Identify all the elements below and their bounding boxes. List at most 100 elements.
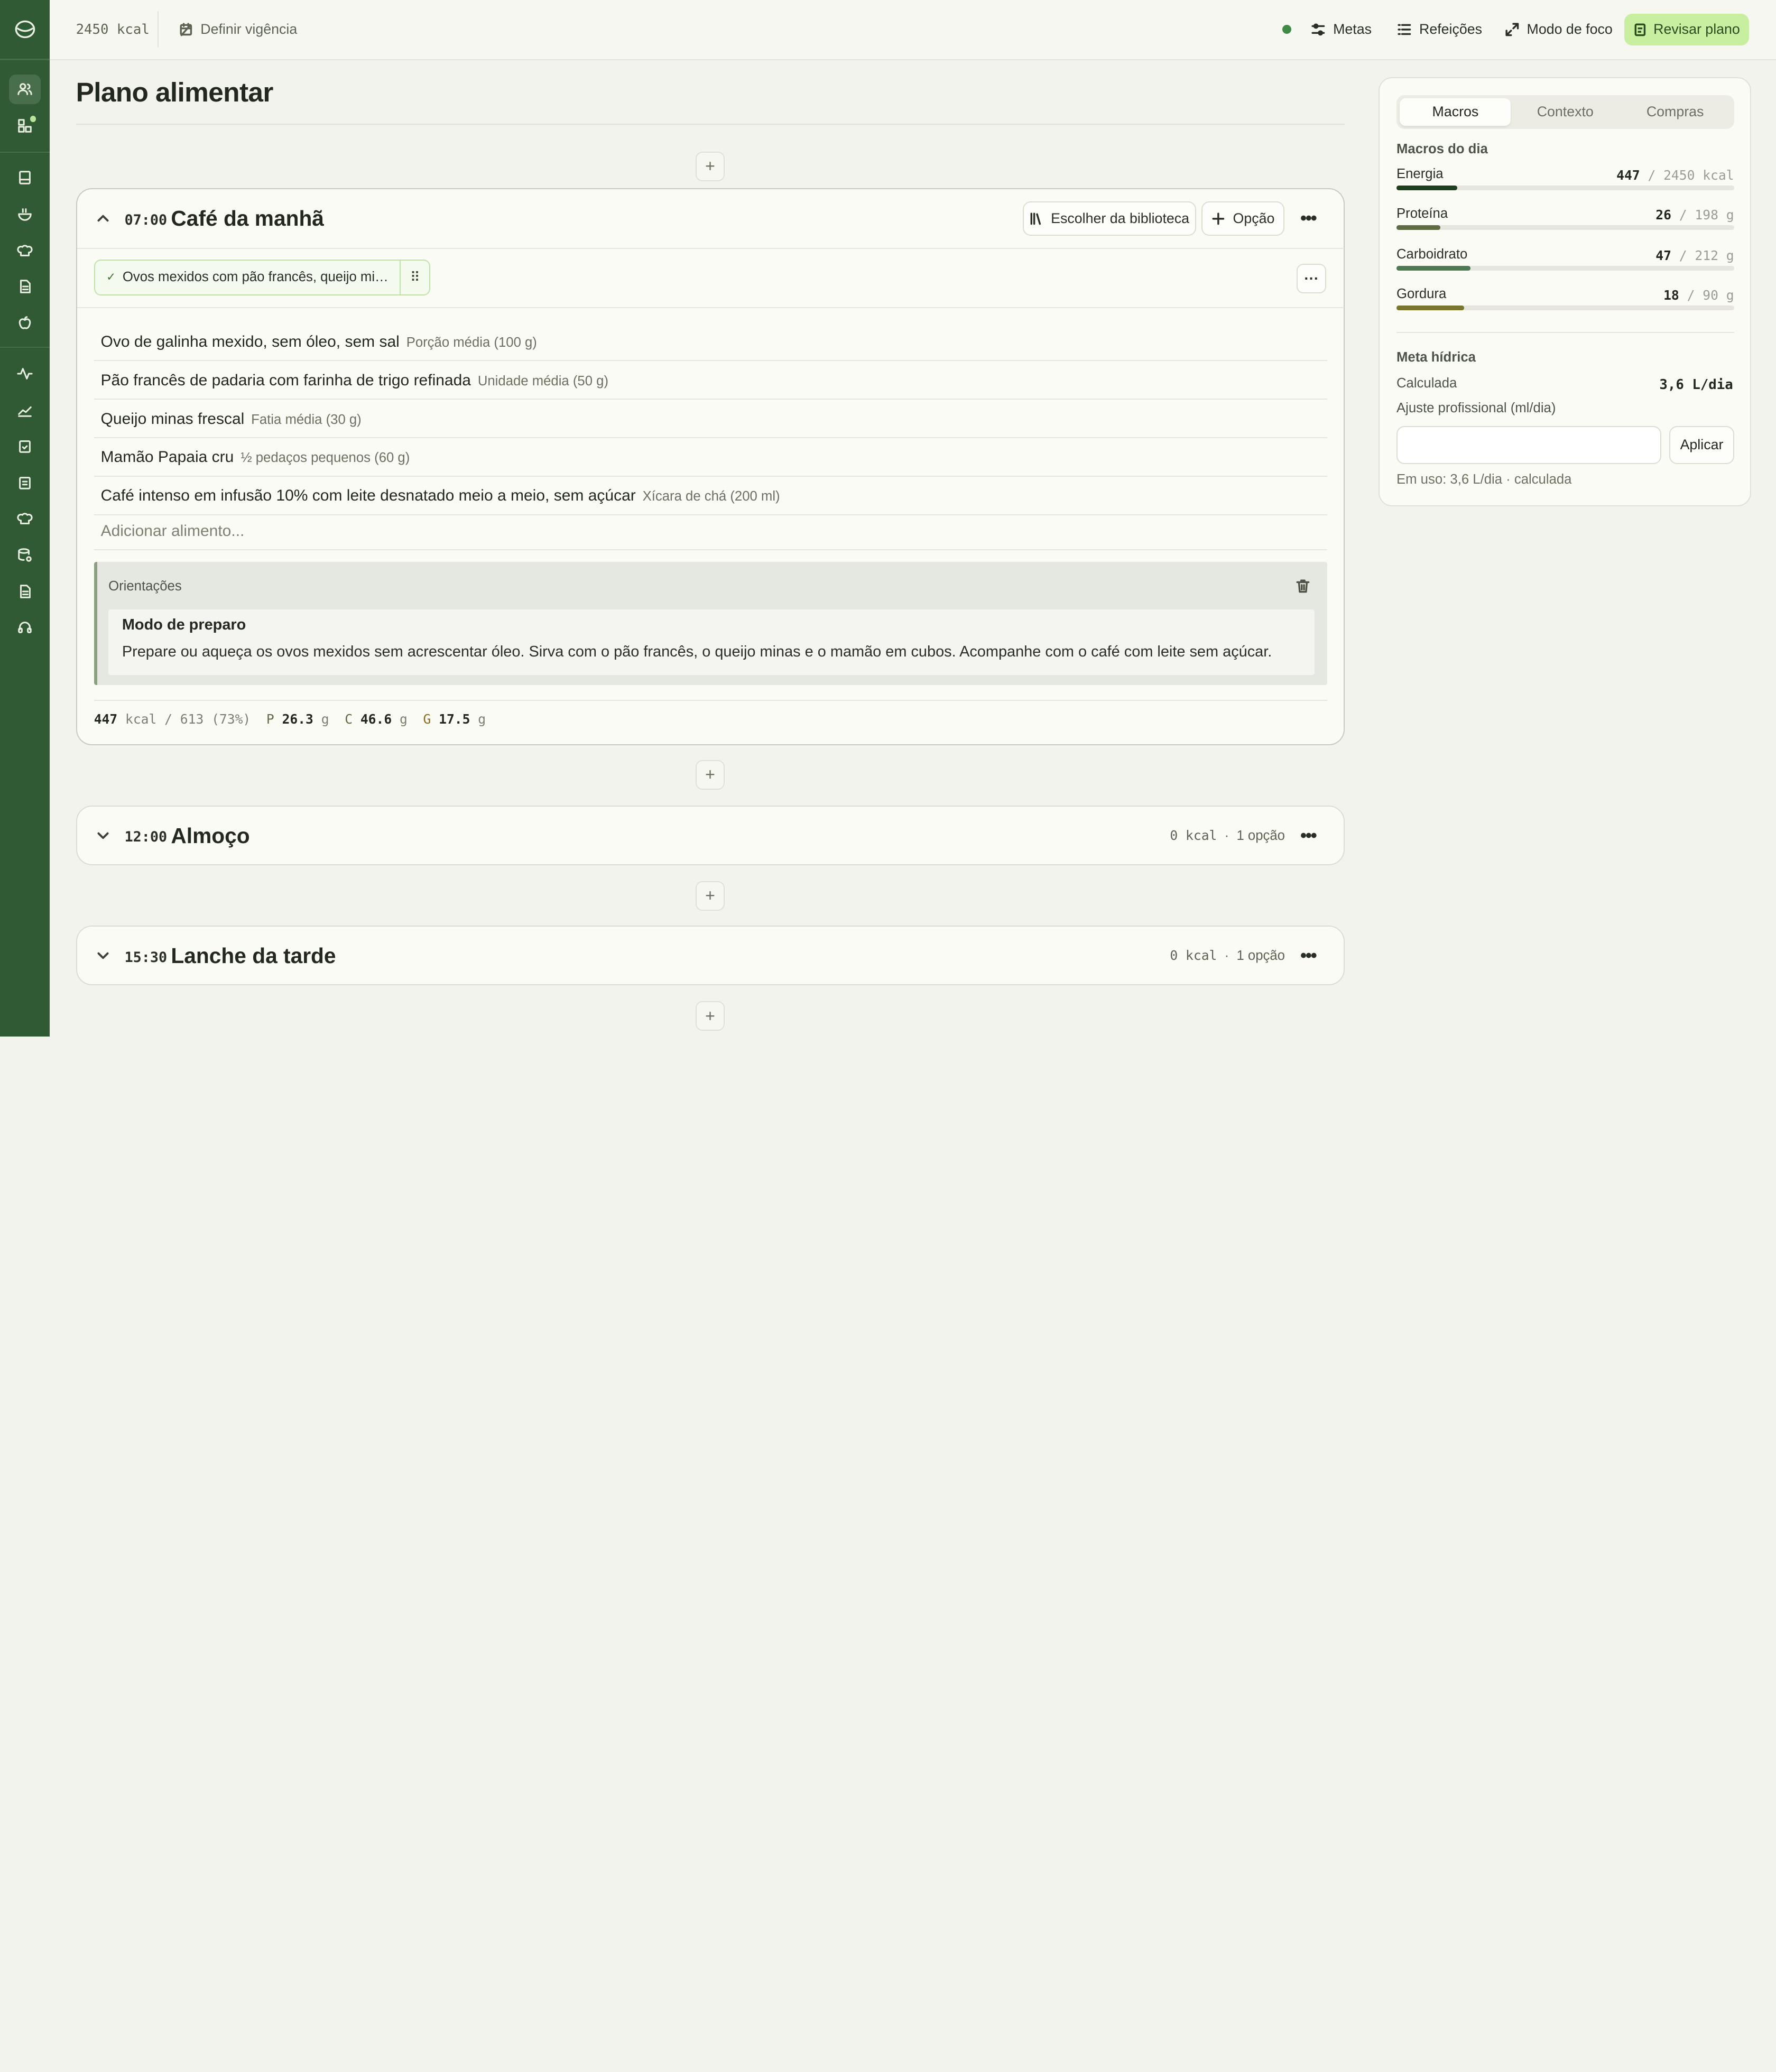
meal-kcal: 0 kcal bbox=[1170, 828, 1217, 844]
meal-summary: 0 kcal · 1 opção bbox=[1170, 828, 1285, 844]
sidebar-item-progress[interactable] bbox=[9, 395, 41, 425]
food-row[interactable]: Café intenso em infusão 10% com leite de… bbox=[94, 477, 1328, 515]
plus-icon: + bbox=[705, 156, 715, 176]
clipboard-check-icon bbox=[19, 440, 31, 454]
document-icon bbox=[20, 280, 31, 293]
chevron-up-icon[interactable] bbox=[95, 210, 111, 226]
tab-context[interactable]: Contexto bbox=[1510, 98, 1621, 125]
food-row[interactable]: Queijo minas frescal Fatia média (30 g) bbox=[94, 400, 1328, 439]
food-portion: Porção média (100 g) bbox=[406, 335, 537, 350]
sidebar-item-library[interactable] bbox=[9, 504, 41, 534]
sidebar-item-records[interactable] bbox=[9, 163, 41, 193]
sidebar-item-reports[interactable] bbox=[9, 577, 41, 606]
meal-option-count: 1 opção bbox=[1236, 828, 1285, 844]
food-row[interactable]: Pão francês de padaria com farinha de tr… bbox=[94, 361, 1328, 400]
chevron-down-icon[interactable] bbox=[95, 948, 111, 964]
food-row[interactable]: Ovo de galinha mexido, sem óleo, sem sal… bbox=[94, 323, 1328, 362]
macros-title: Macros do dia bbox=[1396, 141, 1488, 156]
protein-unit: g bbox=[321, 711, 329, 727]
users-icon bbox=[17, 83, 32, 96]
meal-summary: 0 kcal · 1 opção bbox=[1170, 948, 1285, 964]
option-more-icon[interactable]: ··· bbox=[1297, 264, 1327, 293]
trash-icon[interactable] bbox=[1296, 579, 1310, 594]
meal-more-icon[interactable]: ••• bbox=[1294, 205, 1321, 232]
macro-name: Proteína bbox=[1396, 206, 1448, 221]
bowl-icon bbox=[18, 208, 32, 221]
review-plan-button[interactable]: Revisar plano bbox=[1624, 13, 1749, 45]
macro-fat: Gordura 18 / 90 g bbox=[1396, 286, 1734, 313]
macro-name: Gordura bbox=[1396, 286, 1447, 301]
meal-card-breakfast: 07:00 Café da manhã Escolher da bibliote… bbox=[76, 188, 1345, 745]
add-meal-button[interactable]: + bbox=[695, 881, 725, 911]
add-meal-button[interactable]: + bbox=[695, 760, 725, 790]
choose-from-library-label: Escolher da biblioteca bbox=[1051, 210, 1190, 226]
goals-button[interactable]: Metas bbox=[1311, 16, 1372, 43]
add-meal-button[interactable]: + bbox=[695, 1001, 725, 1031]
focus-mode-button[interactable]: Modo de foco bbox=[1505, 16, 1613, 43]
water-adjust-label: Ajuste profissional (ml/dia) bbox=[1396, 401, 1556, 416]
meal-card-lunch[interactable]: 12:00 Almoço 0 kcal · 1 opção ••• bbox=[76, 805, 1345, 866]
meal-more-icon[interactable]: ••• bbox=[1294, 822, 1321, 849]
macro-progress-track bbox=[1396, 186, 1734, 190]
add-meal-button[interactable]: + bbox=[695, 152, 725, 181]
food-row[interactable]: Mamão Papaia cru ½ pedaços pequenos (60 g… bbox=[94, 438, 1328, 477]
macro-target: / 198 g bbox=[1679, 207, 1734, 223]
meal-name: Almoço bbox=[171, 823, 250, 848]
sidebar-item-activity[interactable] bbox=[9, 359, 41, 388]
guidance-content[interactable]: Modo de preparo Prepare ou aqueça os ovo… bbox=[108, 609, 1315, 675]
add-option-button[interactable]: Opção bbox=[1201, 201, 1284, 236]
sidebar-item-recipes[interactable] bbox=[9, 236, 41, 265]
expand-icon bbox=[1505, 23, 1519, 36]
meal-card-afternoon-snack[interactable]: 15:30 Lanche da tarde 0 kcal · 1 opção •… bbox=[76, 925, 1345, 986]
macro-carbs: Carboidrato 47 / 212 g bbox=[1396, 247, 1734, 274]
tab-macros[interactable]: Macros bbox=[1400, 98, 1511, 126]
app-logo-icon[interactable] bbox=[14, 18, 36, 41]
meal-header[interactable]: 07:00 Café da manhã Escolher da bibliote… bbox=[77, 189, 1344, 248]
sidebar-item-database[interactable] bbox=[9, 540, 41, 570]
water-in-use: Em uso: 3,6 L/dia · calculada bbox=[1396, 472, 1572, 487]
food-name: Queijo minas frescal bbox=[100, 410, 245, 428]
sidebar-item-foods[interactable] bbox=[9, 308, 41, 338]
sidebar-item-documents[interactable] bbox=[9, 272, 41, 301]
guidance-heading: Modo de preparo bbox=[122, 616, 246, 633]
top-bar: 2450 kcal Definir vigência Metas Refeiçõ… bbox=[50, 0, 1776, 60]
guidance-title: Orientações bbox=[108, 578, 182, 594]
meals-button[interactable]: Refeições bbox=[1398, 16, 1482, 43]
food-name: Pão francês de padaria com farinha de tr… bbox=[100, 371, 471, 389]
add-food-input[interactable]: Adicionar alimento... bbox=[101, 522, 245, 540]
drag-handle-icon[interactable]: ⠿ bbox=[400, 260, 429, 294]
book-icon bbox=[19, 171, 31, 185]
plus-icon bbox=[1212, 212, 1225, 225]
document-icon bbox=[20, 584, 31, 598]
meals-label: Refeições bbox=[1419, 21, 1483, 38]
carb-value: 46.6 bbox=[360, 711, 392, 727]
option-tab-selected[interactable]: ✓ Ovos mexidos com pão francês, queijo m… bbox=[94, 259, 431, 296]
macro-name: Energia bbox=[1396, 166, 1444, 181]
sidebar-item-checklist[interactable] bbox=[9, 431, 41, 461]
clipboard-icon bbox=[1634, 23, 1645, 36]
clipboard-icon bbox=[19, 476, 31, 489]
choose-from-library-button[interactable]: Escolher da biblioteca bbox=[1022, 201, 1196, 236]
set-validity-button[interactable]: Definir vigência bbox=[179, 16, 297, 43]
notification-dot bbox=[28, 114, 38, 124]
sidebar-item-support[interactable] bbox=[9, 613, 41, 642]
sidebar-item-patients[interactable] bbox=[9, 75, 41, 105]
food-portion: Unidade média (50 g) bbox=[477, 373, 609, 388]
tab-shopping[interactable]: Compras bbox=[1620, 98, 1731, 125]
review-plan-label: Revisar plano bbox=[1653, 21, 1740, 38]
water-calculated-label: Calculada bbox=[1396, 376, 1457, 391]
page-title: Plano alimentar bbox=[76, 76, 274, 107]
title-divider bbox=[76, 123, 1345, 125]
sidebar-item-meals[interactable] bbox=[9, 199, 41, 229]
meal-kcal-unit: kcal bbox=[125, 711, 157, 727]
macro-energy: Energia 447 / 2450 kcal bbox=[1396, 166, 1734, 193]
water-calculated-value: 3,6 L/dia bbox=[1659, 377, 1733, 393]
meal-more-icon[interactable]: ••• bbox=[1294, 942, 1321, 969]
chevron-down-icon[interactable] bbox=[95, 828, 111, 844]
apply-button[interactable]: Aplicar bbox=[1669, 426, 1734, 465]
water-adjust-input[interactable] bbox=[1396, 426, 1662, 465]
sidebar-item-forms[interactable] bbox=[9, 468, 41, 497]
meal-time: 15:30 bbox=[124, 949, 168, 966]
food-portion: ½ pedaços pequenos (60 g) bbox=[240, 450, 410, 466]
meal-time: 07:00 bbox=[124, 211, 168, 228]
